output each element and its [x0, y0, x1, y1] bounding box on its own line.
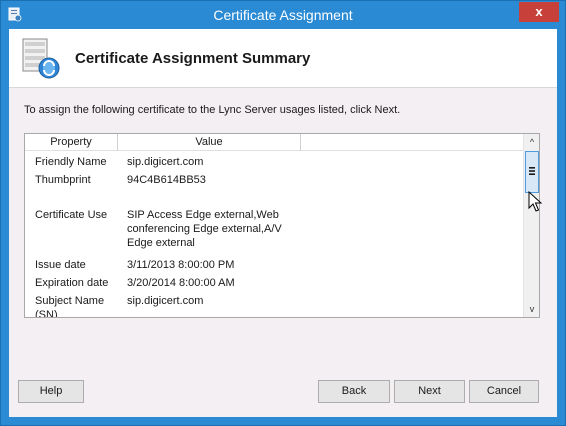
- column-header-property[interactable]: Property: [25, 134, 118, 151]
- cancel-button[interactable]: Cancel: [469, 380, 539, 403]
- certificate-properties-list[interactable]: Property Value Friendly Name sip.digicer…: [24, 133, 540, 318]
- title-bar: Certificate Assignment x: [1, 1, 565, 29]
- property-cell: Friendly Name: [35, 156, 107, 168]
- grip-icon: [529, 167, 535, 175]
- property-cell: Thumbprint: [35, 174, 91, 186]
- next-button[interactable]: Next: [394, 380, 465, 403]
- list-item[interactable]: Issue date 3/11/2013 8:00:00 PM: [25, 258, 523, 274]
- value-cell: 94C4B614BB53: [127, 174, 206, 186]
- list-item[interactable]: Certificate Use SIP Access Edge external…: [25, 208, 523, 254]
- value-cell: sip.digicert.com: [127, 156, 204, 168]
- column-header-blank[interactable]: [301, 134, 523, 151]
- certificate-assignment-icon: [22, 38, 60, 79]
- window-title: Certificate Assignment: [213, 7, 353, 23]
- scrollbar-thumb[interactable]: [525, 151, 539, 193]
- column-header-value[interactable]: Value: [118, 134, 301, 151]
- back-button[interactable]: Back: [318, 380, 390, 403]
- close-button[interactable]: x: [519, 2, 559, 22]
- list-item[interactable]: Subject Name (SN) sip.digicert.com: [25, 294, 523, 318]
- property-cell: Expiration date: [35, 277, 109, 289]
- header-panel: Certificate Assignment Summary: [9, 29, 557, 88]
- list-item[interactable]: Expiration date 3/20/2014 8:00:00 AM: [25, 276, 523, 292]
- help-button[interactable]: Help: [18, 380, 84, 403]
- value-cell: 3/20/2014 8:00:00 AM: [127, 277, 235, 289]
- scroll-up-arrow-icon[interactable]: ^: [524, 134, 539, 150]
- vertical-scrollbar[interactable]: ^ v: [523, 134, 539, 317]
- property-cell: Issue date: [35, 259, 86, 271]
- property-cell: Certificate Use: [35, 209, 108, 221]
- value-cell: sip.digicert.com: [127, 295, 204, 307]
- scroll-down-arrow-icon[interactable]: v: [524, 301, 539, 317]
- mouse-pointer-icon: [528, 191, 542, 212]
- list-item[interactable]: Friendly Name sip.digicert.com: [25, 155, 523, 171]
- value-cell: SIP Access Edge external,Web conferencin…: [127, 209, 282, 249]
- list-item[interactable]: Thumbprint 94C4B614BB53: [25, 173, 523, 189]
- certificate-assignment-window: Certificate Assignment x Certificate Ass…: [0, 0, 566, 426]
- dialog-client-area: Certificate Assignment Summary To assign…: [9, 29, 557, 417]
- property-cell: Subject Name (SN): [35, 295, 105, 318]
- page-title: Certificate Assignment Summary: [75, 50, 311, 67]
- value-cell: 3/11/2013 8:00:00 PM: [127, 259, 235, 271]
- instruction-text: To assign the following certificate to t…: [24, 104, 401, 116]
